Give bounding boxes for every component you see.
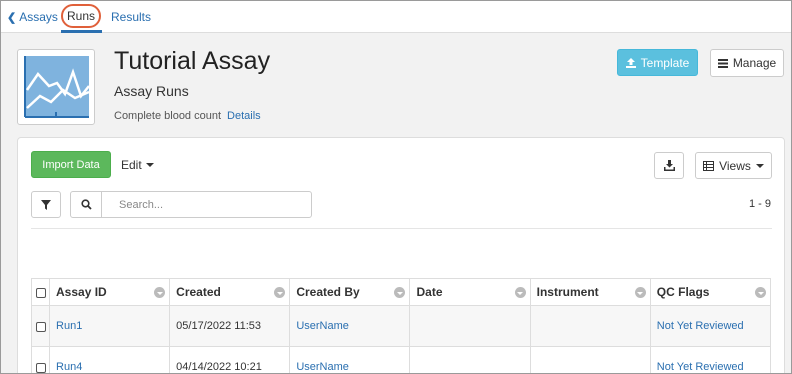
assay-id-cell: Run4 (49, 346, 171, 373)
caret-down-icon (755, 163, 764, 168)
row-checkbox[interactable] (35, 321, 46, 332)
edit-menu[interactable]: Edit (121, 158, 154, 172)
row-select-cell (30, 305, 51, 347)
search-box (70, 191, 312, 218)
created-by-link[interactable]: UserName (296, 320, 349, 332)
chevron-left-icon: ❮ (7, 11, 17, 24)
tab-runs[interactable]: Runs (61, 4, 101, 28)
column-menu-icon[interactable] (755, 287, 766, 298)
runs-panel: Import Data Edit Views Search... 1 - 9 A… (17, 137, 785, 373)
created-by-link[interactable]: UserName (296, 361, 349, 373)
hamburger-icon (717, 58, 728, 68)
qc-flags-link[interactable]: Not Yet Reviewed (657, 320, 744, 332)
instrument-cell (529, 346, 651, 373)
select-all-checkbox[interactable] (35, 287, 46, 298)
table-header-row: Assay ID Created Created By Date Instrum… (30, 278, 772, 306)
column-menu-icon[interactable] (634, 287, 646, 298)
qc-flags-link[interactable]: Not Yet Reviewed (657, 361, 744, 373)
column-header-qc-flags[interactable]: QC Flags (649, 278, 772, 306)
row-checkbox[interactable] (35, 362, 46, 373)
column-menu-icon[interactable] (154, 287, 166, 298)
back-label: Assays (19, 10, 58, 24)
created-cell: 05/17/2022 11:53 (169, 305, 291, 347)
date-cell (409, 305, 531, 347)
column-menu-icon[interactable] (274, 287, 286, 298)
assay-description: Complete blood count Details (114, 110, 261, 122)
column-label: Created (176, 285, 221, 299)
pagination-count: 1 - 9 (749, 198, 772, 210)
date-cell (409, 346, 531, 373)
template-button-label: Template (640, 55, 690, 70)
toolbar-divider (31, 228, 772, 229)
column-header-created-by[interactable]: Created By (289, 278, 411, 306)
created-by-cell: UserName (289, 305, 411, 347)
assay-chart-icon (17, 49, 95, 125)
search-input[interactable] (102, 192, 311, 217)
manage-button[interactable]: Manage (710, 49, 784, 77)
table-row: Run1 05/17/2022 11:53 UserName Not Yet R… (30, 305, 772, 347)
import-data-label: Import Data (42, 158, 100, 171)
page-subtitle: Assay Runs (114, 83, 189, 99)
template-button[interactable]: Template (617, 49, 698, 76)
select-all-cell (30, 278, 51, 306)
created-by-cell: UserName (289, 346, 411, 373)
row-select-cell (30, 346, 51, 373)
funnel-icon (41, 199, 51, 210)
column-label: Assay ID (56, 285, 107, 299)
table-row: Run4 04/14/2022 10:21 UserName Not Yet R… (30, 346, 772, 373)
active-tab-indicator (61, 30, 102, 33)
column-header-assay-id[interactable]: Assay ID (49, 278, 171, 306)
runs-table: Assay ID Created Created By Date Instrum… (30, 278, 772, 373)
qc-flags-cell: Not Yet Reviewed (649, 346, 772, 373)
tab-results-label: Results (111, 10, 152, 24)
column-label: Instrument (536, 285, 599, 299)
filter-button[interactable] (31, 191, 61, 218)
edit-menu-label: Edit (121, 158, 142, 172)
caret-down-icon (145, 163, 154, 167)
column-menu-icon[interactable] (514, 287, 526, 298)
views-button[interactable]: Views (695, 152, 772, 179)
assay-id-link[interactable]: Run4 (56, 361, 82, 373)
app-frame: ❮ Assays Runs Results Tutorial Assay Ass… (0, 0, 792, 374)
description-text: Complete blood count (114, 110, 222, 122)
instrument-cell (529, 305, 651, 347)
assay-id-cell: Run1 (49, 305, 171, 347)
column-header-date[interactable]: Date (409, 278, 531, 306)
column-label: Date (416, 285, 443, 299)
download-icon (663, 160, 675, 171)
import-data-button[interactable]: Import Data (31, 151, 111, 178)
download-button[interactable] (654, 152, 684, 179)
assay-chart-graphic (24, 56, 90, 118)
tab-results[interactable]: Results (111, 10, 151, 24)
tab-runs-label: Runs (66, 9, 95, 23)
manage-button-label: Manage (732, 56, 777, 70)
column-label: Created By (296, 285, 360, 299)
column-label: QC Flags (656, 285, 710, 299)
column-header-instrument[interactable]: Instrument (529, 278, 651, 306)
top-nav: ❮ Assays Runs Results (1, 1, 791, 33)
created-cell: 04/14/2022 10:21 (169, 346, 291, 373)
qc-flags-cell: Not Yet Reviewed (649, 305, 772, 347)
column-menu-icon[interactable] (394, 287, 406, 298)
table-grid-icon (703, 160, 715, 171)
search-icon (71, 192, 102, 217)
views-button-label: Views (719, 158, 751, 173)
assay-id-link[interactable]: Run1 (56, 320, 82, 332)
upload-icon (625, 57, 636, 68)
details-link[interactable]: Details (227, 110, 261, 122)
back-to-assays-link[interactable]: ❮ Assays (7, 10, 58, 24)
page-title: Tutorial Assay (114, 47, 271, 75)
column-header-created[interactable]: Created (169, 278, 291, 306)
